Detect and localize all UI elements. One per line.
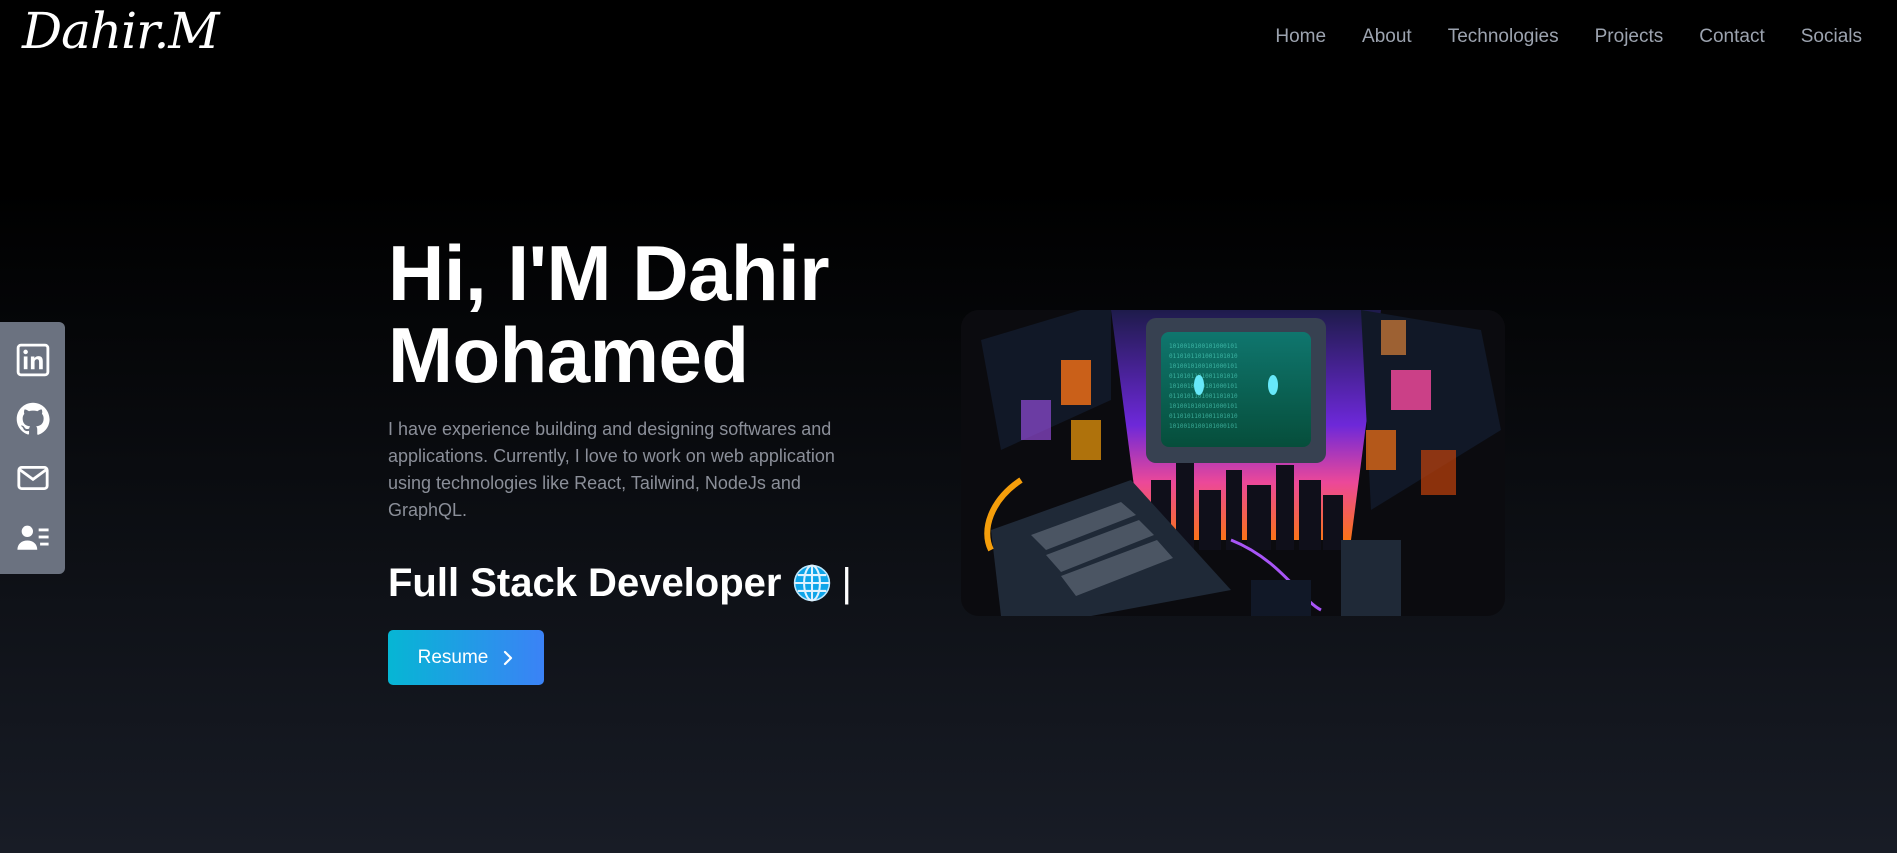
retro-computer-illustration: 1010010100101000101 0110101101001101010 … bbox=[961, 310, 1505, 616]
nav-socials[interactable]: Socials bbox=[1801, 26, 1862, 48]
linkedin-icon bbox=[16, 343, 49, 376]
hero-title-line2: Mohamed bbox=[388, 311, 749, 399]
globe-icon bbox=[794, 564, 831, 602]
svg-text:1010010100101000101: 1010010100101000101 bbox=[1169, 343, 1238, 350]
resume-contact-icon bbox=[16, 525, 49, 550]
svg-text:0110101101001101010: 0110101101001101010 bbox=[1169, 373, 1238, 380]
nav-home[interactable]: Home bbox=[1275, 26, 1326, 48]
github-link[interactable] bbox=[13, 399, 53, 439]
hero-title: Hi, I'M Dahir Mohamed bbox=[388, 232, 888, 396]
role-text: Full Stack Developer bbox=[388, 561, 782, 605]
hero-illustration: 1010010100101000101 0110101101001101010 … bbox=[961, 310, 1505, 616]
svg-text:1010010100101000101: 1010010100101000101 bbox=[1169, 403, 1238, 410]
social-sidebar bbox=[0, 322, 65, 574]
svg-text:0110101101001101010: 0110101101001101010 bbox=[1169, 413, 1238, 420]
svg-text:1010010100101000101: 1010010100101000101 bbox=[1169, 423, 1238, 430]
mail-icon bbox=[16, 465, 49, 490]
chevron-right-icon bbox=[504, 650, 513, 665]
nav-projects[interactable]: Projects bbox=[1595, 26, 1664, 48]
main-nav: Home About Technologies Projects Contact… bbox=[1239, 26, 1862, 48]
resume-contact-link[interactable] bbox=[13, 517, 53, 557]
resume-button-label: Resume bbox=[417, 646, 489, 668]
typing-cursor: | bbox=[841, 561, 852, 605]
hero-role: Full Stack Developer | bbox=[388, 558, 888, 608]
svg-text:0110101101001101010: 0110101101001101010 bbox=[1169, 353, 1238, 360]
site-logo[interactable]: Dahir.M bbox=[22, 0, 220, 62]
svg-text:0110101101001101010: 0110101101001101010 bbox=[1169, 393, 1238, 400]
email-link[interactable] bbox=[13, 458, 53, 498]
nav-contact[interactable]: Contact bbox=[1699, 26, 1764, 48]
svg-text:1010010100101000101: 1010010100101000101 bbox=[1169, 363, 1238, 370]
hero-description: I have experience building and designing… bbox=[388, 419, 835, 520]
resume-button[interactable]: Resume bbox=[388, 630, 544, 685]
hero-title-line1: Hi, I'M Dahir bbox=[388, 229, 830, 317]
nav-about[interactable]: About bbox=[1362, 26, 1412, 48]
linkedin-link[interactable] bbox=[13, 340, 53, 380]
hero-section: Hi, I'M Dahir Mohamed I have experience … bbox=[388, 232, 888, 685]
nav-technologies[interactable]: Technologies bbox=[1448, 26, 1559, 48]
github-icon bbox=[16, 402, 50, 435]
